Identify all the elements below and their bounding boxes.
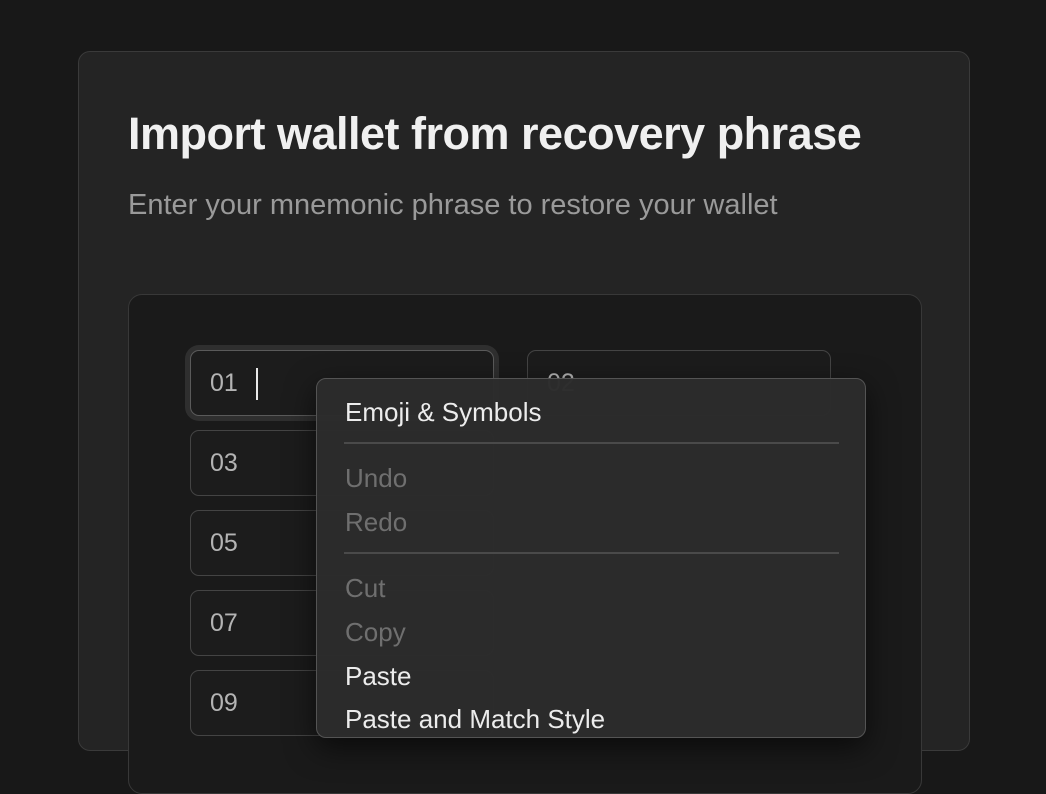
word-number-label: 05: [210, 529, 238, 557]
menu-item-emoji-symbols[interactable]: Emoji & Symbols: [345, 397, 542, 427]
word-number-label: 09: [210, 689, 238, 717]
menu-item-redo[interactable]: Redo: [345, 507, 407, 537]
menu-item-paste[interactable]: Paste: [345, 661, 412, 691]
word-number-label: 03: [210, 449, 238, 477]
menu-item-undo[interactable]: Undo: [345, 463, 407, 493]
menu-item-paste-and-match-style[interactable]: Paste and Match Style: [345, 704, 605, 734]
word-number-label: 01: [210, 369, 238, 397]
page-title: Import wallet from recovery phrase: [128, 108, 862, 159]
context-menu: Emoji & Symbols Undo Redo Cut Copy Paste…: [316, 378, 866, 738]
page-subtitle: Enter your mnemonic phrase to restore yo…: [128, 189, 778, 221]
text-caret: [256, 368, 258, 400]
word-number-label: 07: [210, 609, 238, 637]
menu-separator: [344, 442, 839, 444]
menu-separator: [344, 552, 839, 554]
menu-item-copy[interactable]: Copy: [345, 617, 406, 647]
menu-item-cut[interactable]: Cut: [345, 573, 385, 603]
